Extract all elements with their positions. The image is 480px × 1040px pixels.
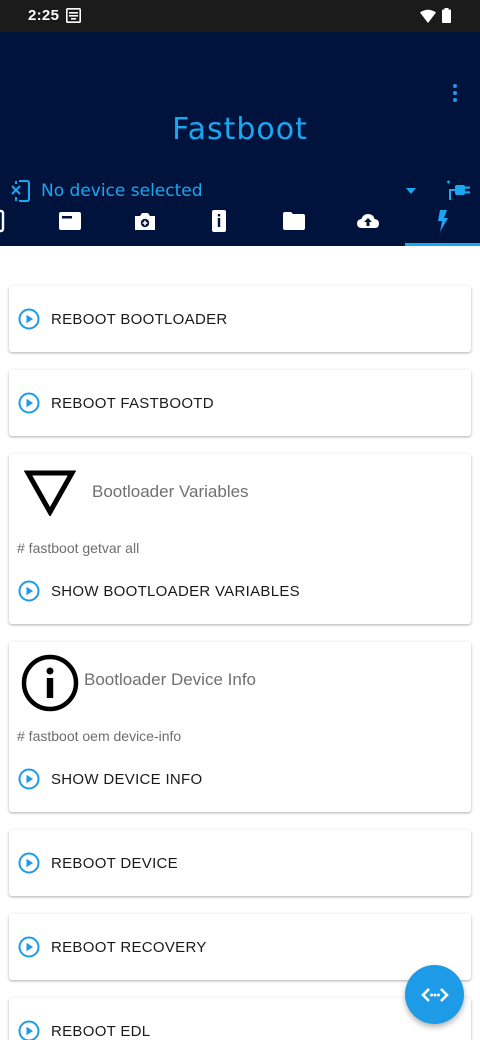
battery-icon — [442, 8, 451, 23]
reboot-device-card: REBOOT DEVICE — [9, 830, 471, 896]
tab-info[interactable] — [181, 196, 256, 246]
tab-bar — [0, 196, 480, 246]
action-label: REBOOT FASTBOOTD — [51, 394, 214, 412]
reboot-device-button[interactable]: REBOOT DEVICE — [18, 848, 178, 878]
reboot-edl-button[interactable]: REBOOT EDL — [18, 1016, 150, 1040]
play-circle-icon — [18, 580, 40, 602]
tab-folder[interactable] — [256, 196, 331, 246]
card-command: # fastboot oem device-info — [17, 728, 182, 744]
overflow-menu-button[interactable] — [440, 78, 470, 108]
notification-icon — [66, 8, 81, 23]
play-circle-icon — [18, 936, 40, 958]
action-label: REBOOT DEVICE — [51, 854, 178, 872]
action-label: REBOOT EDL — [51, 1022, 151, 1040]
card-command: # fastboot getvar all — [17, 540, 140, 556]
cloud-upload-icon — [356, 214, 379, 228]
reboot-fastbootd-card: REBOOT FASTBOOTD — [9, 370, 471, 436]
play-circle-icon — [18, 392, 40, 414]
tab-camera[interactable] — [107, 196, 182, 246]
app-title: Fastboot — [172, 112, 308, 147]
bootloader-variables-card: Bootloader Variables # fastboot getvar a… — [9, 454, 471, 624]
play-circle-icon — [18, 852, 40, 874]
reboot-bootloader-card: REBOOT BOOTLOADER — [9, 286, 471, 352]
reboot-recovery-card: REBOOT RECOVERY — [9, 914, 471, 980]
info-icon — [211, 210, 226, 232]
menu-dot — [453, 84, 457, 88]
tab-upload[interactable] — [330, 196, 405, 246]
info-circle-icon — [21, 654, 79, 712]
reboot-recovery-button[interactable]: REBOOT RECOVERY — [18, 932, 207, 962]
triangle-down-icon — [24, 470, 76, 516]
card-title: Bootloader Variables — [92, 482, 249, 501]
wifi-icon — [420, 9, 436, 23]
phone-icon — [0, 209, 5, 233]
app-header: Fastboot No device selected — [0, 32, 480, 246]
menu-dot — [453, 98, 457, 102]
action-label: REBOOT BOOTLOADER — [51, 310, 228, 328]
folder-icon — [282, 212, 305, 230]
action-label: REBOOT RECOVERY — [51, 938, 207, 956]
play-circle-icon — [18, 308, 40, 330]
code-icon — [420, 987, 449, 1002]
action-label: SHOW DEVICE INFO — [51, 770, 203, 788]
play-circle-icon — [18, 768, 40, 790]
menu-dot — [453, 91, 457, 95]
tab-phone[interactable] — [0, 196, 14, 246]
device-info-card: Bootloader Device Info # fastboot oem de… — [9, 642, 471, 812]
card-icon — [58, 212, 81, 230]
reboot-bootloader-button[interactable]: REBOOT BOOTLOADER — [18, 304, 228, 334]
show-bootloader-variables-button[interactable]: SHOW BOOTLOADER VARIABLES — [18, 576, 300, 606]
play-circle-icon — [18, 1020, 40, 1040]
camera-icon — [134, 213, 155, 230]
tab-flash[interactable] — [405, 196, 480, 246]
dropdown-arrow-icon[interactable] — [404, 186, 418, 196]
terminal-fab[interactable] — [405, 965, 464, 1024]
show-device-info-button[interactable]: SHOW DEVICE INFO — [18, 764, 202, 794]
action-label: SHOW BOOTLOADER VARIABLES — [51, 582, 300, 600]
tab-card[interactable] — [32, 196, 107, 246]
content-area: REBOOT BOOTLOADER REBOOT FASTBOOTD Bootl… — [0, 246, 480, 1040]
reboot-edl-card: REBOOT EDL — [9, 998, 471, 1040]
status-bar: 2:25 — [0, 0, 480, 32]
status-time: 2:25 — [28, 7, 60, 24]
reboot-fastbootd-button[interactable]: REBOOT FASTBOOTD — [18, 388, 214, 418]
flash-icon — [437, 210, 448, 232]
card-title: Bootloader Device Info — [84, 670, 256, 689]
